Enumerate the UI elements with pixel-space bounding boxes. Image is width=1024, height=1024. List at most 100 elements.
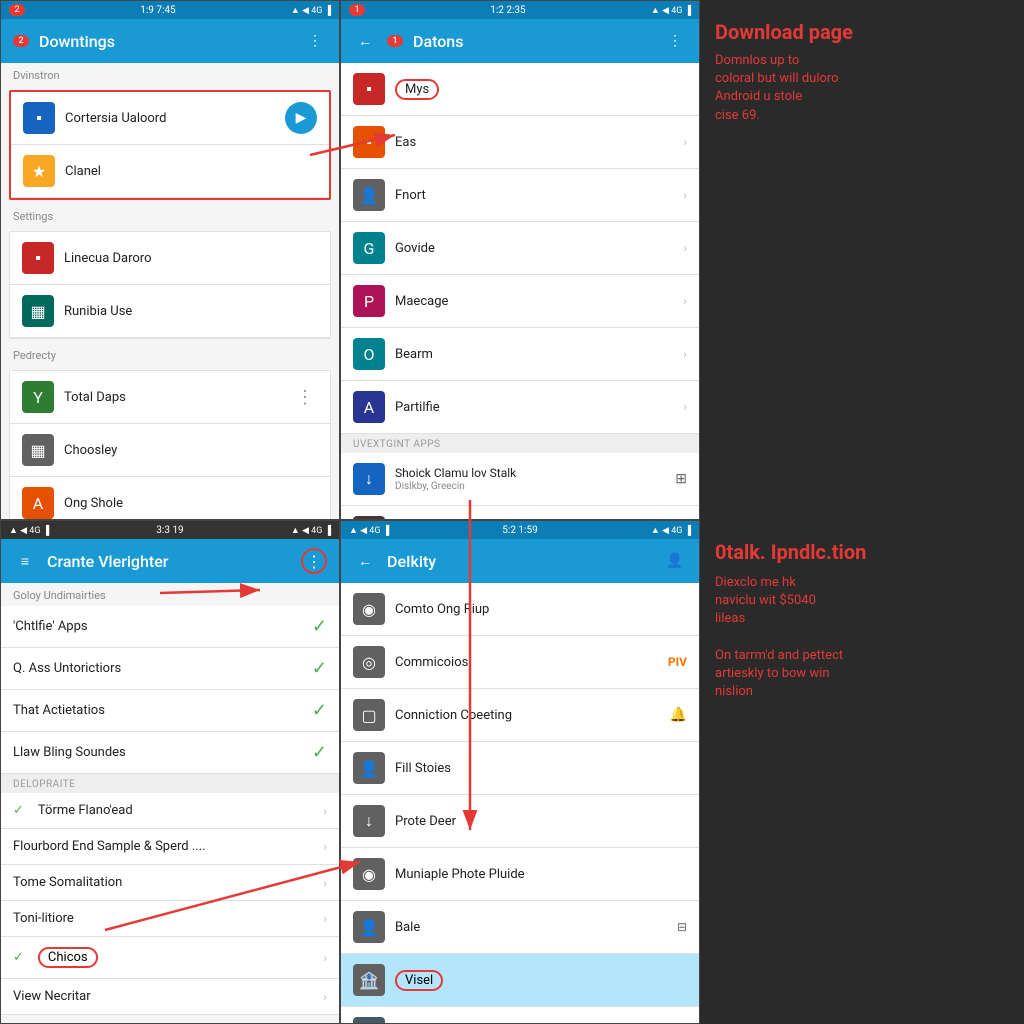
item-icon-eas: ▪ <box>353 126 385 158</box>
datons-item-eas[interactable]: ▪ Eas › <box>341 116 699 169</box>
section-goloy: Goloy Undimairties <box>1 583 339 606</box>
item-icon-runibia: ▦ <box>22 295 54 327</box>
item-icon-choosley: ▦ <box>22 434 54 466</box>
annotation-bottom-body1: Diexclo me hk naviclu wit $5040 lileas <box>715 574 1009 629</box>
downloads-content: Dvinstron ▪ Cortersia Ualoord ▶ ★ Clanel… <box>1 63 339 519</box>
annotation-bottom: 0talk. Ipndlc.tion Diexclo me hk naviclu… <box>700 520 1024 1024</box>
item-icon-commicoios: ◎ <box>353 646 385 678</box>
status-bar-downloads: 2 1:9 7:45 ▲ ◀ 4G ▐ <box>1 1 339 19</box>
more-menu-icon[interactable]: ⋮ <box>303 33 327 49</box>
item-icon-fnort: 👤 <box>353 179 385 211</box>
nav-item-toni[interactable]: Toni-litiore › <box>1 901 339 937</box>
pedrecty-item-choosley[interactable]: ▦ Choosley <box>10 424 330 477</box>
datons-item-fnort[interactable]: 👤 Fnort › <box>341 169 699 222</box>
item-text-mys: Mys <box>395 79 687 100</box>
check-icon-llaw: ✓ <box>312 742 327 763</box>
nav-item-torme[interactable]: ✓ Törme Flano'ead › <box>1 793 339 829</box>
item-text-bale: Bale <box>395 920 667 935</box>
item-text-muniaple: Muniaple Phote Pluide <box>395 867 687 882</box>
settings-item-conniction[interactable]: ▢ Conniction Coeeting 🔔 <box>341 689 699 742</box>
section-dvinstron: Dvinstron <box>1 63 339 86</box>
datons-item-shoick[interactable]: ↓ Shoick Clamu lov Stalk Dislkby, Greeci… <box>341 453 699 506</box>
hamburger-menu-icon[interactable]: ≡ <box>13 553 37 570</box>
item-text-clanel: Clanel <box>65 164 317 179</box>
item-text-choosley: Choosley <box>64 443 318 458</box>
datons-item-graw[interactable]: ▪ Graw Revanbee My.coom › <box>341 506 699 519</box>
item-text-visel: Visel <box>395 970 687 991</box>
app-bar-crante: ≡ Crante Vlerighter ⋮ <box>1 539 339 583</box>
status-left-datons: 1 <box>349 4 365 16</box>
nav-item-flourbord[interactable]: Flourbord End Sample & Sperd .... › <box>1 829 339 865</box>
item-icon-comto: ◉ <box>353 593 385 625</box>
check-item-chtlfie[interactable]: 'Chtlfie' Apps ✓ <box>1 606 339 648</box>
settings-item-runibia[interactable]: ▦ Runibia Use <box>10 285 330 338</box>
more-menu-icon-datons[interactable]: ⋮ <box>663 33 687 49</box>
settings-item-bale[interactable]: 👤 Bale ⊟ <box>341 901 699 954</box>
item-icon-ong: A <box>22 487 54 519</box>
item-text-cortersia: Cortersia Ualoord <box>65 111 275 126</box>
three-dots-icon[interactable]: ⋮ <box>292 387 318 408</box>
pedrecty-item-total[interactable]: Y Total Daps ⋮ <box>10 371 330 424</box>
crante-content: Goloy Undimairties 'Chtlfie' Apps ✓ Q. A… <box>1 583 339 1023</box>
item-icon-heekhing: 📷 <box>353 1017 385 1023</box>
pedrecty-box: Y Total Daps ⋮ ▦ Choosley A Ong Shole <box>9 370 331 519</box>
item-text-runibia: Runibia Use <box>64 304 318 319</box>
item-icon-linecua: ▪ <box>22 242 54 274</box>
chevron-icon-partilfie: › <box>683 400 687 414</box>
settings-item-prote[interactable]: ↓ Prote Deer <box>341 795 699 848</box>
settings-item-comto[interactable]: ◉ Comto Ong Riup <box>341 583 699 636</box>
check-item-q-ass[interactable]: Q. Ass Untorictiors ✓ <box>1 648 339 690</box>
chevron-icon-bearm: › <box>683 347 687 361</box>
datons-item-partilfie[interactable]: A Partilfie › <box>341 381 699 434</box>
datons-item-maecage[interactable]: P Maecage › <box>341 275 699 328</box>
more-icon-circled[interactable]: ⋮ <box>301 548 327 574</box>
check-icon-that: ✓ <box>312 700 327 721</box>
app-bar-settings: ← DeIkity 👤 <box>341 539 699 583</box>
settings-item-muniaple[interactable]: ◉ Muniaple Phote Pluide <box>341 848 699 901</box>
download-item-cortersia[interactable]: ▪ Cortersia Ualoord ▶ <box>11 92 329 145</box>
dropdown-icon-bale[interactable]: ⊟ <box>677 920 687 934</box>
app-title-downloads: Downtings <box>39 32 293 51</box>
item-text-tome: Tome Somalitation <box>13 875 313 890</box>
item-text-partilfie: Partilfie <box>395 400 673 415</box>
settings-item-fill[interactable]: 👤 Fill Stoies <box>341 742 699 795</box>
install-icon[interactable]: ⊞ <box>675 471 687 487</box>
check-item-that[interactable]: That Actietatios ✓ <box>1 690 339 732</box>
item-text-bearm: Bearm <box>395 347 673 362</box>
item-text-prote: Prote Deer <box>395 814 687 829</box>
item-icon-graw: ▪ <box>353 516 385 519</box>
profile-icon-settings[interactable]: 👤 <box>663 553 687 569</box>
item-text-comto: Comto Ong Riup <box>395 602 687 617</box>
back-icon-datons[interactable]: ← <box>353 33 377 50</box>
datons-content: ▪ Mys ▪ Eas › 👤 Fnort › <box>341 63 699 519</box>
item-text-flourbord: Flourbord End Sample & Sperd .... <box>13 839 313 854</box>
item-icon-bale: 👤 <box>353 911 385 943</box>
section-delopraite: Delopraite <box>1 774 339 793</box>
back-icon-settings[interactable]: ← <box>353 553 377 570</box>
section-settings: Settings <box>1 204 339 227</box>
nav-item-tome[interactable]: Tome Somalitation › <box>1 865 339 901</box>
settings-item-linecua[interactable]: ▪ Linecua Daroro <box>10 232 330 285</box>
item-text-q-ass: Q. Ass Untorictiors <box>13 661 302 676</box>
play-button[interactable]: ▶ <box>285 102 317 134</box>
screen-crante: ▲ ◀ 4G ▐ 3:3 19 ▲ ◀ 4G ▐ ≡ Crante Vlerig… <box>0 520 340 1024</box>
settings-item-commicoios[interactable]: ◎ Commicoios PIV <box>341 636 699 689</box>
item-icon-muniaple: ◉ <box>353 858 385 890</box>
item-icon-fill: 👤 <box>353 752 385 784</box>
datons-item-mys[interactable]: ▪ Mys <box>341 63 699 116</box>
nav-item-chicos[interactable]: ✓ Chicos › <box>1 937 339 979</box>
item-text-fill: Fill Stoies <box>395 761 687 776</box>
settings-item-visel[interactable]: 🏦 Visel <box>341 954 699 1007</box>
item-text-eas: Eas <box>395 135 673 150</box>
download-item-clanel[interactable]: ★ Clanel <box>11 145 329 198</box>
datons-item-bearm[interactable]: O Bearm › <box>341 328 699 381</box>
check-item-llaw[interactable]: Llaw Bling Soundes ✓ <box>1 732 339 774</box>
pedrecty-item-ong[interactable]: A Ong Shole <box>10 477 330 519</box>
item-icon-total: Y <box>22 381 54 413</box>
settings-item-heekhing[interactable]: 📷 Heekhing <box>341 1007 699 1023</box>
datons-item-govide[interactable]: G Govide › <box>341 222 699 275</box>
chevron-icon-fnort: › <box>683 188 687 202</box>
item-icon-conniction: ▢ <box>353 699 385 731</box>
nav-item-view[interactable]: View Necritar › <box>1 979 339 1015</box>
status-bar-datons: 1 1:2 2:35 ▲ ◀ 4G ▐ <box>341 1 699 19</box>
